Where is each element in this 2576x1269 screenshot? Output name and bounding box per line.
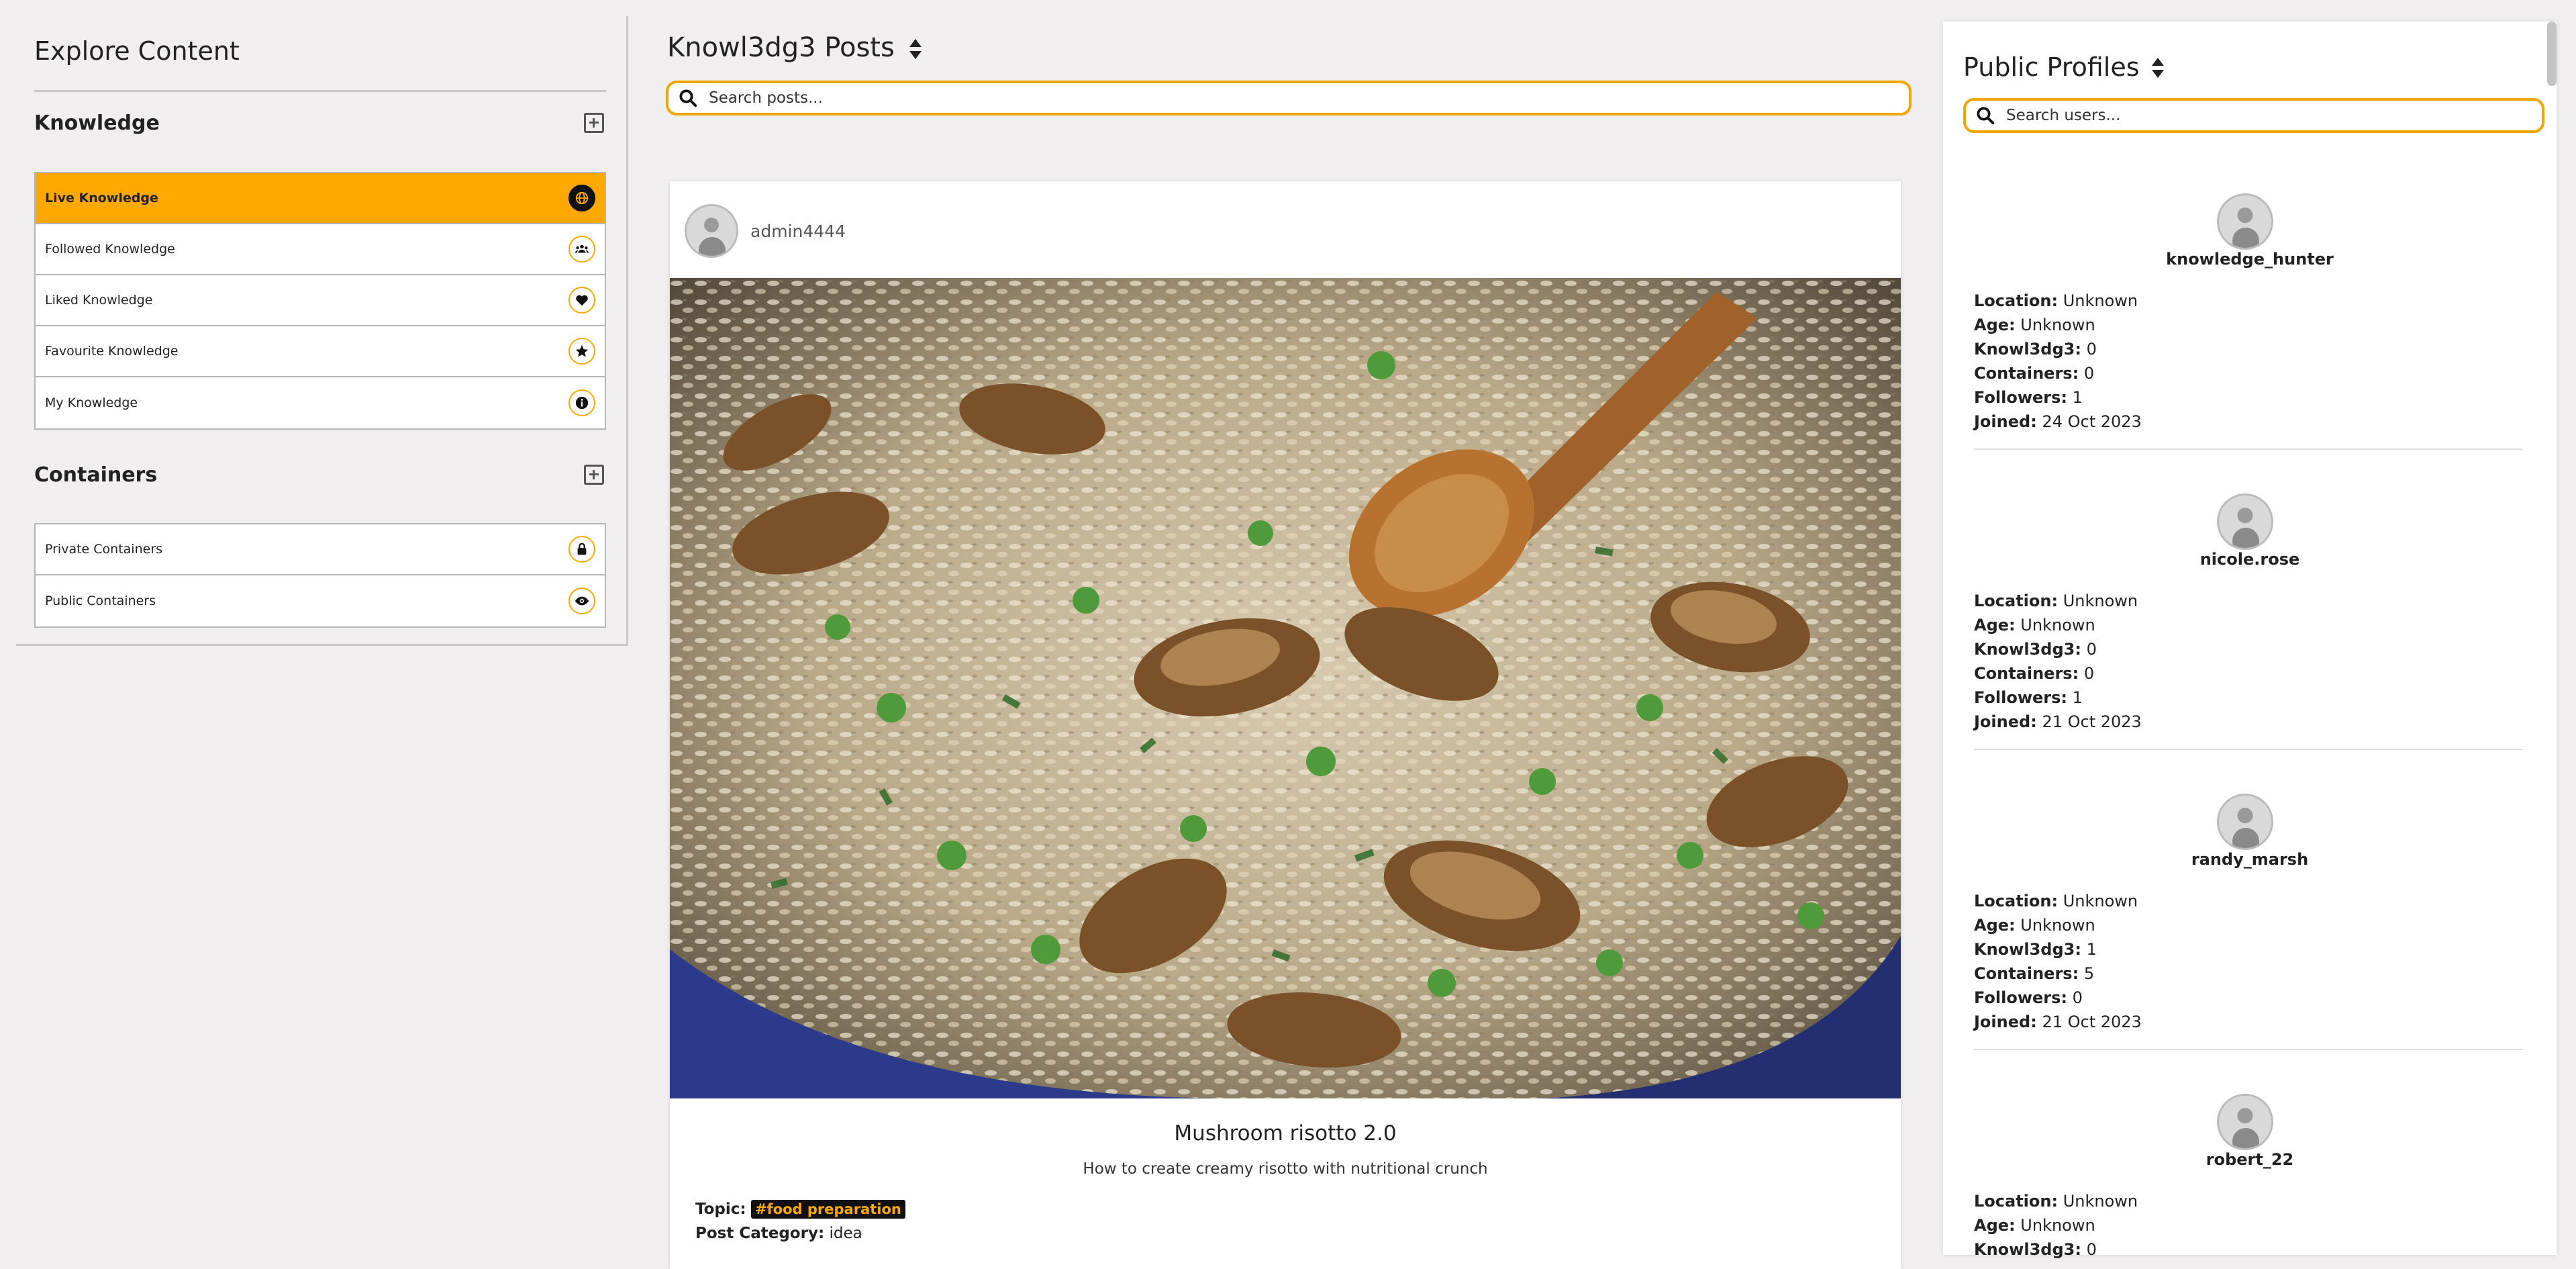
profile-divider (1974, 749, 2523, 750)
topic-label: Topic: (695, 1201, 746, 1218)
sidebar-item-liked-knowledge[interactable]: Liked Knowledge (36, 275, 605, 326)
avatar[interactable] (2217, 1094, 2273, 1150)
sidebar-item-label: Live Knowledge (45, 191, 158, 205)
sidebar-item-my-knowledge[interactable]: My Knowledge (36, 377, 605, 428)
profile-details: Location: Unknown Age: Unknown Knowl3dg3… (1974, 892, 2142, 1031)
sidebar-item-private-containers[interactable]: Private Containers (36, 524, 605, 575)
avatar[interactable] (2217, 493, 2273, 550)
topic-tag[interactable]: #food preparation (750, 1200, 905, 1219)
explore-sidebar: Explore Content Knowledge Live Knowledge… (16, 16, 628, 646)
posts-title: Knowl3dg3 Posts (667, 32, 895, 63)
add-knowledge-button[interactable] (584, 113, 604, 133)
post-subtitle: How to create creamy risotto with nutrit… (1083, 1160, 1488, 1178)
posts-heading: Knowl3dg3 Posts (667, 32, 923, 63)
category-label: Post Category: (695, 1225, 825, 1242)
profile-username[interactable]: randy_marsh (1943, 850, 2557, 869)
profile-username[interactable]: robert_22 (1943, 1150, 2557, 1169)
avatar[interactable] (2217, 794, 2273, 850)
post-search-input[interactable] (707, 89, 1703, 107)
containers-heading: Containers (34, 463, 158, 487)
author-name[interactable]: admin4444 (750, 222, 846, 241)
search-icon (679, 89, 697, 107)
eye-icon (568, 588, 595, 614)
scrollbar[interactable] (2547, 21, 2557, 86)
post-image[interactable] (670, 278, 1901, 1098)
public-profiles-panel: Public Profiles knowledge_hunter Locatio… (1943, 21, 2557, 1259)
profile-details: Location: Unknown Age: Unknown Knowl3dg3… (1974, 291, 2142, 431)
profile-details: Location: Unknown Age: Unknown Knowl3dg3… (1974, 592, 2142, 731)
profile-divider (1974, 449, 2523, 450)
sidebar-item-label: My Knowledge (45, 395, 138, 410)
sidebar-divider (34, 90, 606, 92)
lock-icon (568, 536, 595, 563)
profiles-title: Public Profiles (1963, 52, 2140, 82)
sidebar-title: Explore Content (34, 36, 240, 66)
user-search-field[interactable] (1963, 98, 2544, 133)
search-icon (1977, 107, 1995, 125)
add-container-button[interactable] (584, 465, 604, 485)
sidebar-item-label: Private Containers (45, 542, 163, 557)
sort-icon[interactable] (2150, 56, 2165, 79)
star-icon (568, 338, 595, 365)
sidebar-item-label: Liked Knowledge (45, 293, 153, 308)
knowledge-heading: Knowledge (34, 111, 160, 135)
profile-divider (1974, 1049, 2523, 1050)
users-icon (568, 236, 595, 263)
post-search-field[interactable] (666, 81, 1912, 115)
post-category-row: Post Category: idea (695, 1225, 862, 1242)
sidebar-item-label: Public Containers (45, 594, 156, 608)
sidebar-item-favourite-knowledge[interactable]: Favourite Knowledge (36, 326, 605, 377)
post-title: Mushroom risotto 2.0 (1174, 1121, 1397, 1145)
globe-icon (568, 185, 595, 211)
sidebar-item-label: Followed Knowledge (45, 242, 175, 256)
profile-username[interactable]: knowledge_hunter (1943, 250, 2557, 269)
avatar[interactable] (685, 204, 738, 258)
heart-icon (568, 287, 595, 314)
profile-username[interactable]: nicole.rose (1943, 550, 2557, 569)
sidebar-item-public-containers[interactable]: Public Containers (36, 575, 605, 626)
sidebar-item-live-knowledge[interactable]: Live Knowledge (36, 173, 605, 224)
sidebar-item-followed-knowledge[interactable]: Followed Knowledge (36, 224, 605, 275)
avatar[interactable] (2217, 193, 2273, 250)
sidebar-item-label: Favourite Knowledge (45, 344, 179, 359)
user-search-input[interactable] (2005, 106, 2469, 125)
sort-icon[interactable] (908, 36, 923, 59)
info-icon (568, 389, 595, 416)
category-value: idea (829, 1225, 862, 1242)
profiles-heading: Public Profiles (1963, 52, 2165, 82)
post-topic-row: Topic: #food preparation (695, 1200, 905, 1219)
knowledge-list: Live Knowledge Followed Knowledge Liked … (34, 172, 606, 430)
post-author[interactable]: admin4444 (685, 204, 846, 258)
profile-details: Location: Unknown Age: Unknown Knowl3dg3… (1974, 1192, 2138, 1259)
containers-list: Private Containers Public Containers (34, 523, 606, 628)
post-card: admin4444 Mushroom risotto 2.0 How to cr… (670, 181, 1901, 1269)
